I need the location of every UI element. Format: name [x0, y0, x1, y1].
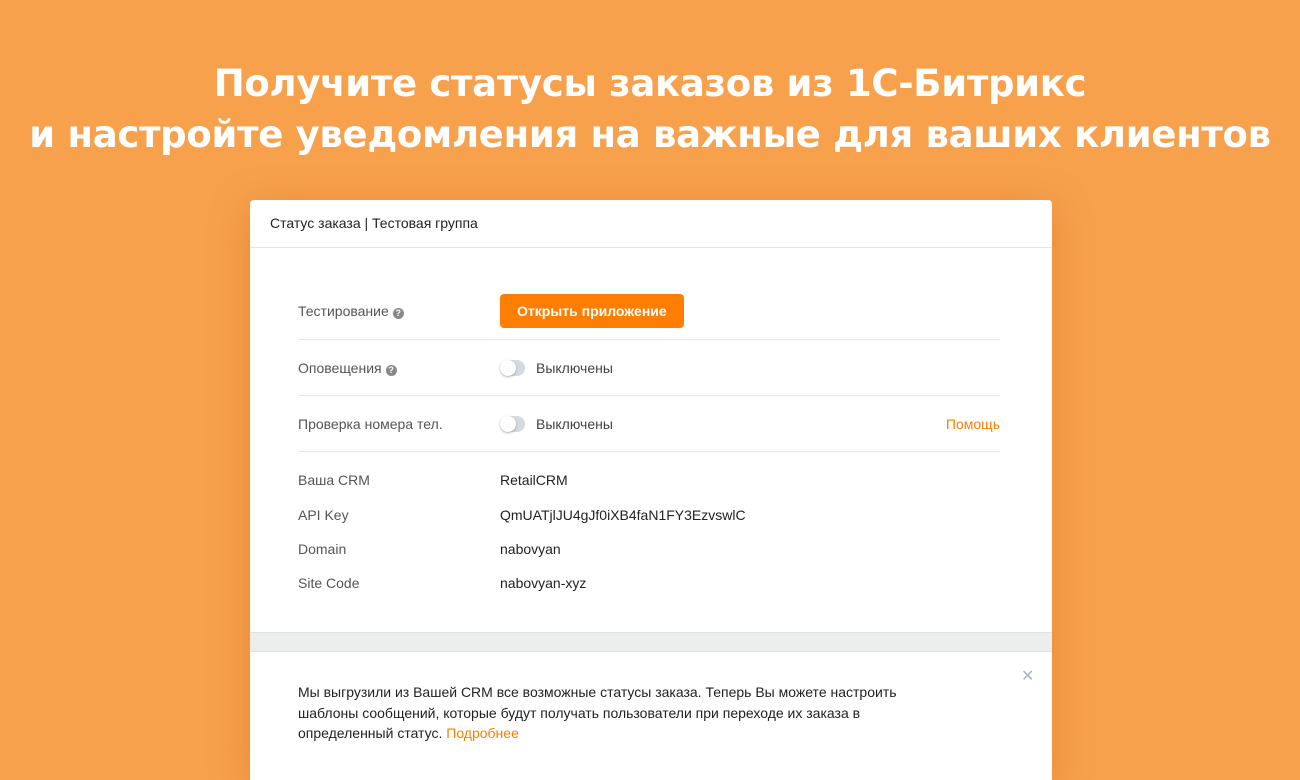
divider [298, 339, 1000, 340]
notifications-state: Выключены [536, 360, 613, 376]
help-icon[interactable]: ? [385, 365, 397, 376]
notifications-label-text: Оповещения [298, 360, 382, 376]
phone-check-toggle[interactable] [500, 416, 525, 432]
phone-check-state: Выключены [536, 416, 613, 432]
testing-label: Тестирование? [298, 303, 404, 319]
headline-line-2: и настройте уведомления на важные для ва… [29, 113, 1271, 156]
headline: Получите статусы заказов из 1С-Битрикс и… [0, 58, 1300, 160]
more-link[interactable]: Подробнее [446, 725, 519, 741]
phone-check-label: Проверка номера тел. [298, 416, 443, 432]
info-label: Site Code [298, 575, 360, 591]
info-label: Domain [298, 541, 347, 557]
divider [298, 451, 1000, 452]
notifications-label: Оповещения? [298, 360, 397, 376]
testing-label-text: Тестирование [298, 303, 389, 319]
section-divider [250, 632, 1052, 652]
info-value: QmUATjlJU4gJf0iXB4faN1FY3EzvswlC [500, 507, 746, 523]
help-icon[interactable]: ? [392, 308, 404, 319]
info-value: RetailCRM [500, 472, 568, 488]
settings-card: Статус заказа | Тестовая группа Тестиров… [250, 200, 1052, 780]
notice: Мы выгрузили из Вашей CRM все возможные … [298, 682, 918, 744]
info-value: nabovyan-xyz [500, 575, 587, 591]
info-label: API Key [298, 507, 349, 523]
info-value: nabovyan [500, 541, 561, 557]
info-label: Ваша CRM [298, 472, 370, 488]
notice-text: Мы выгрузили из Вашей CRM все возможные … [298, 684, 897, 741]
close-icon[interactable]: ✕ [1021, 666, 1034, 686]
open-app-button[interactable]: Открыть приложение [500, 294, 684, 328]
notifications-toggle[interactable] [500, 360, 525, 376]
headline-line-1: Получите статусы заказов из 1С-Битрикс [213, 62, 1087, 105]
help-link[interactable]: Помощь [946, 416, 1000, 432]
card-title: Статус заказа | Тестовая группа [250, 200, 1052, 248]
divider [298, 395, 1000, 396]
